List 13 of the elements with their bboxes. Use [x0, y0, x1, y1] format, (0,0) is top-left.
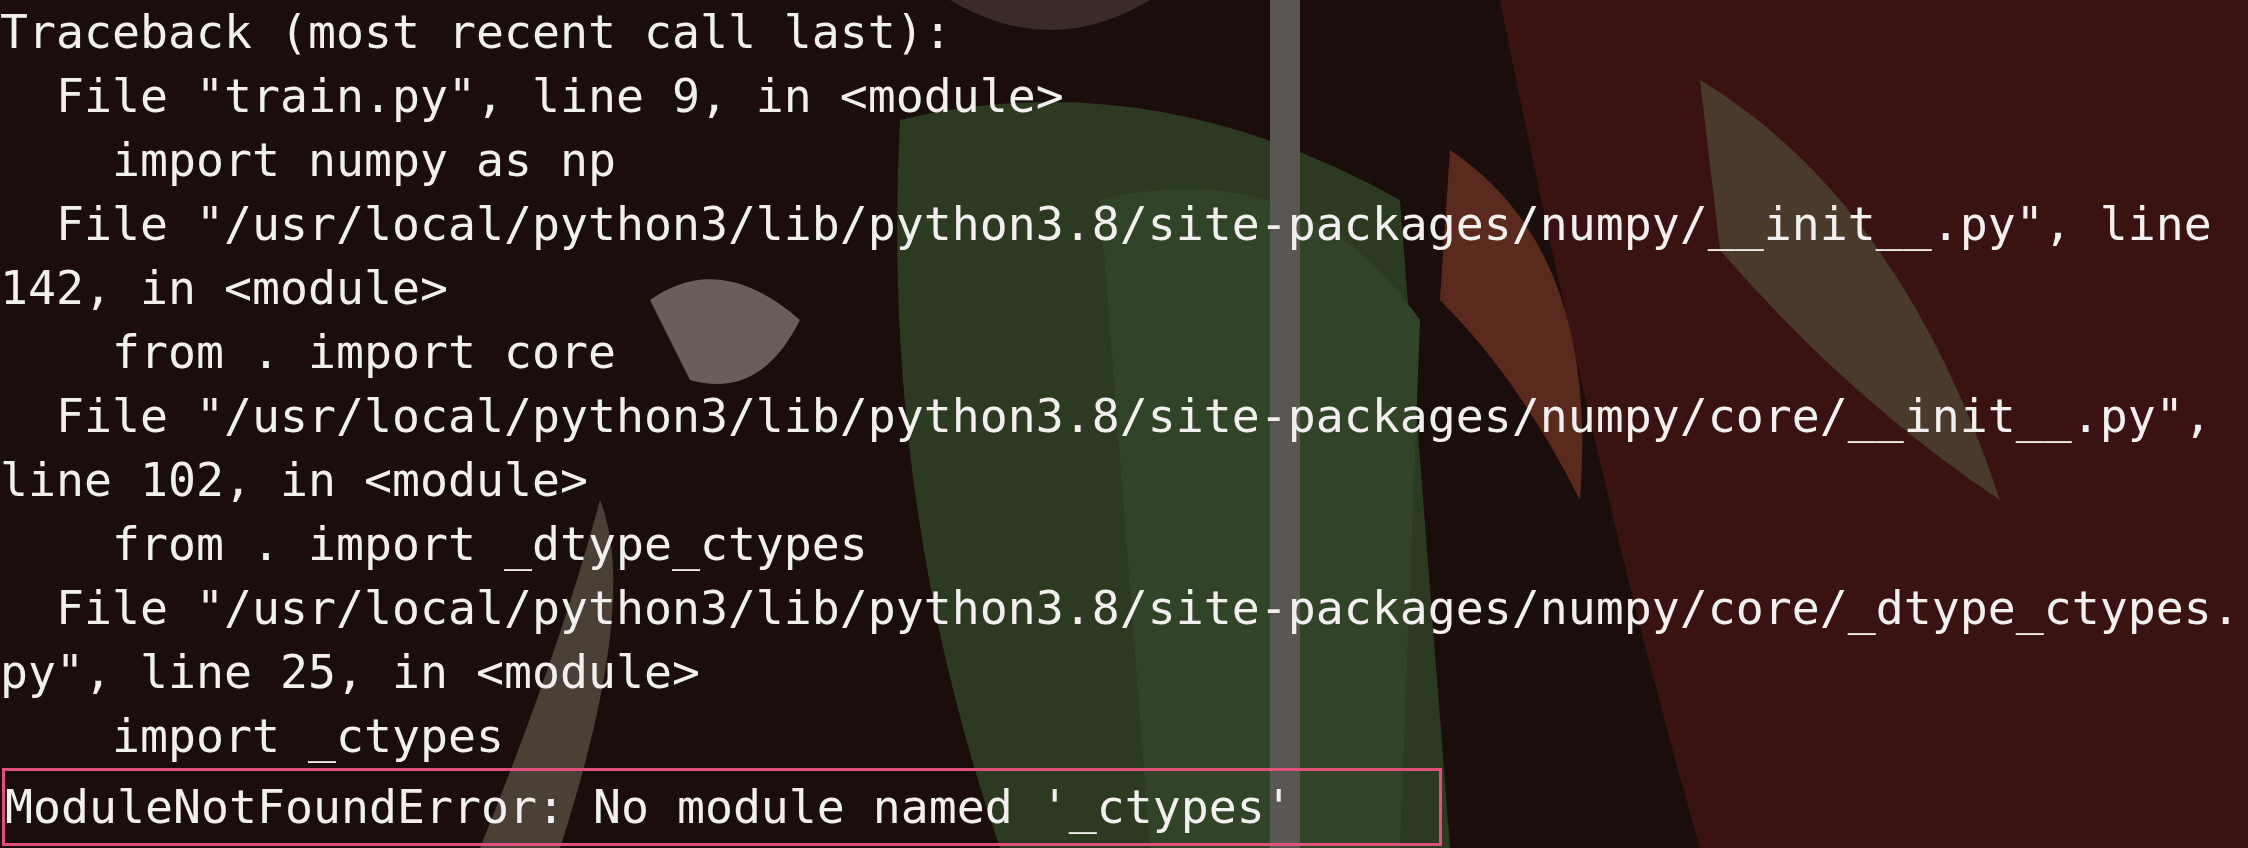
- output-line: File "train.py", line 9, in <module>: [55, 68, 1065, 125]
- output-line: Traceback (most recent call last):: [0, 4, 953, 61]
- output-line: 142, in <module>: [0, 260, 449, 317]
- output-line: File "/usr/local/python3/lib/python3.8/site-packages/numpy/core/_dtype_ctypes.: [55, 580, 2241, 637]
- output-line: import numpy as np: [110, 132, 617, 189]
- output-line: File "/usr/local/python3/lib/python3.8/site-packages/numpy/core/__init__.py",: [55, 388, 2213, 445]
- output-line: py", line 25, in <module>: [0, 644, 701, 701]
- output-line: from . import _dtype_ctypes: [110, 516, 869, 573]
- output-line: File "/usr/local/python3/lib/python3.8/site-packages/numpy/__init__.py", line: [55, 196, 2213, 253]
- error-message: ModuleNotFoundError: No module named '_ctypes': [2, 768, 1442, 846]
- output-line: from . import core: [110, 324, 617, 381]
- output-line: line 102, in <module>: [0, 452, 589, 509]
- output-line: import _ctypes: [110, 708, 505, 765]
